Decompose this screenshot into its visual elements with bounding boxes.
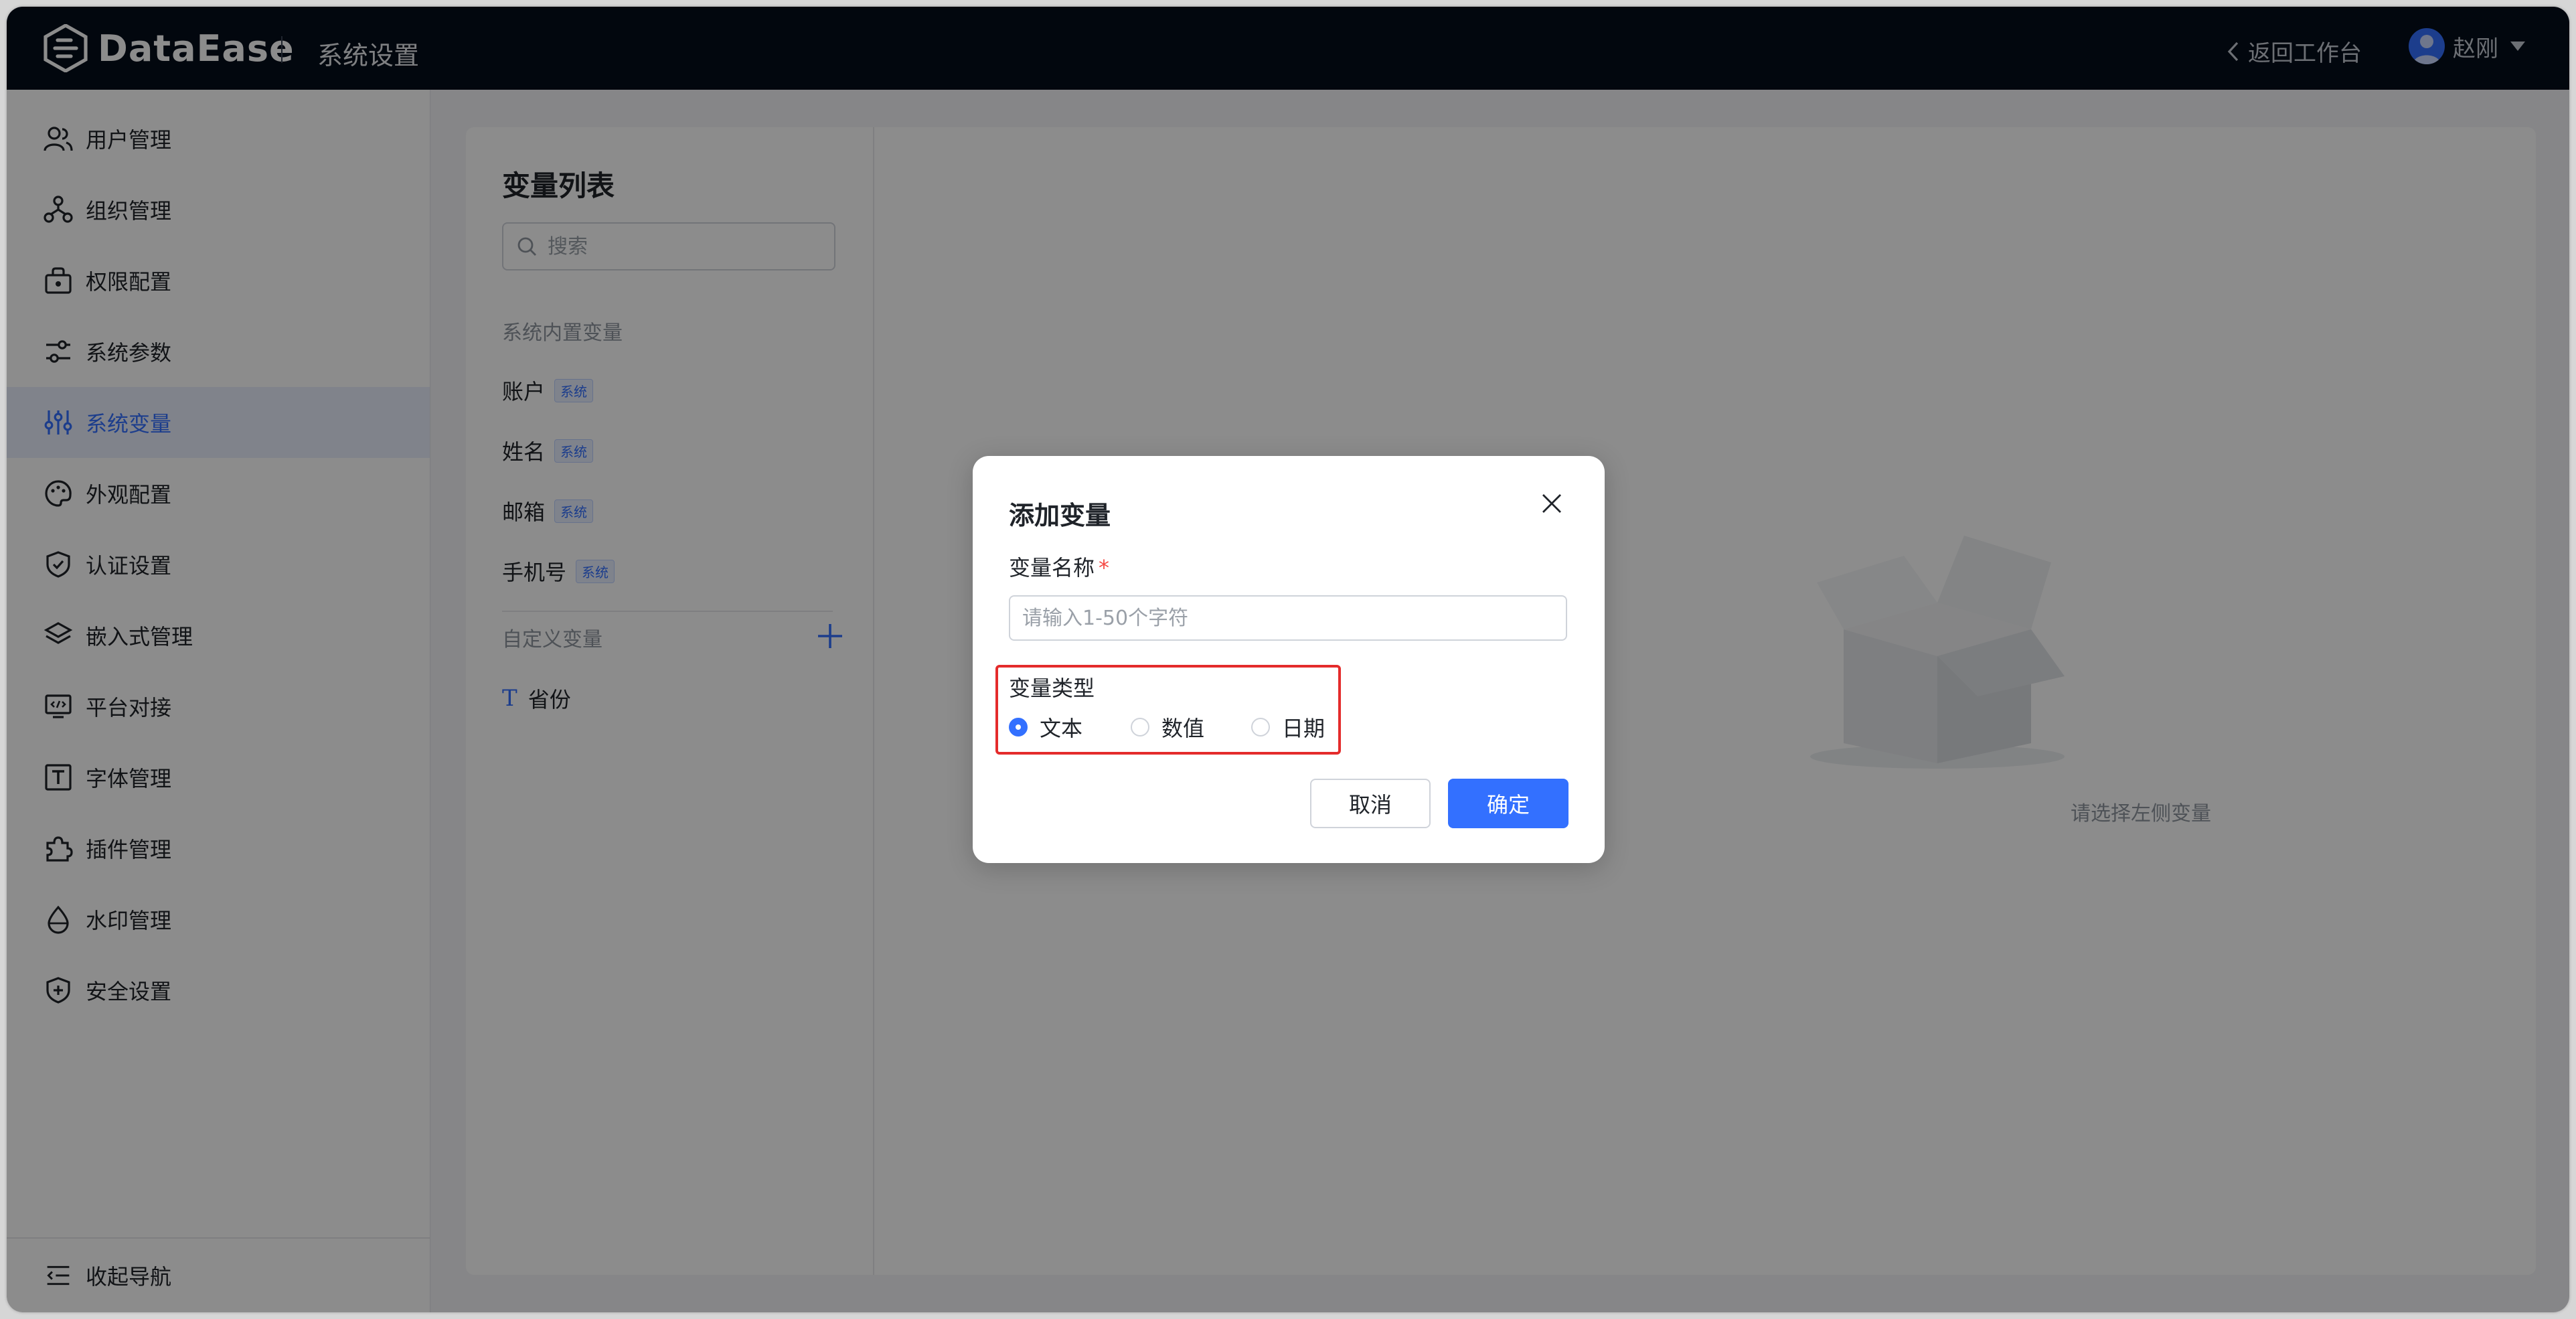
close-icon — [1542, 494, 1561, 513]
type-radio-date[interactable]: 日期 — [1251, 712, 1325, 743]
radio-checked-icon — [1009, 718, 1028, 736]
dialog-close-button[interactable] — [1542, 493, 1562, 516]
radio-unchecked-icon — [1251, 718, 1270, 736]
required-mark: * — [1099, 555, 1110, 580]
dialog-title: 添加变量 — [1009, 501, 1111, 530]
confirm-button[interactable]: 确定 — [1448, 779, 1568, 828]
radio-unchecked-icon — [1131, 718, 1149, 736]
cancel-button[interactable]: 取消 — [1310, 779, 1431, 828]
radio-label: 日期 — [1282, 716, 1325, 741]
variable-name-input[interactable] — [1009, 595, 1567, 641]
add-variable-dialog: 添加变量 变量名称* 变量类型 文本 数值 日期 取消 确定 — [973, 456, 1605, 863]
radio-label: 数值 — [1161, 716, 1205, 741]
variable-name-label: 变量名称 * — [1009, 551, 1109, 582]
variable-name-label-text: 变量名称 — [1009, 555, 1095, 580]
type-radio-text[interactable]: 文本 — [1009, 712, 1082, 743]
type-radio-number[interactable]: 数值 — [1131, 712, 1204, 743]
radio-label: 文本 — [1040, 716, 1083, 741]
variable-type-label: 变量类型 — [1009, 676, 1095, 701]
